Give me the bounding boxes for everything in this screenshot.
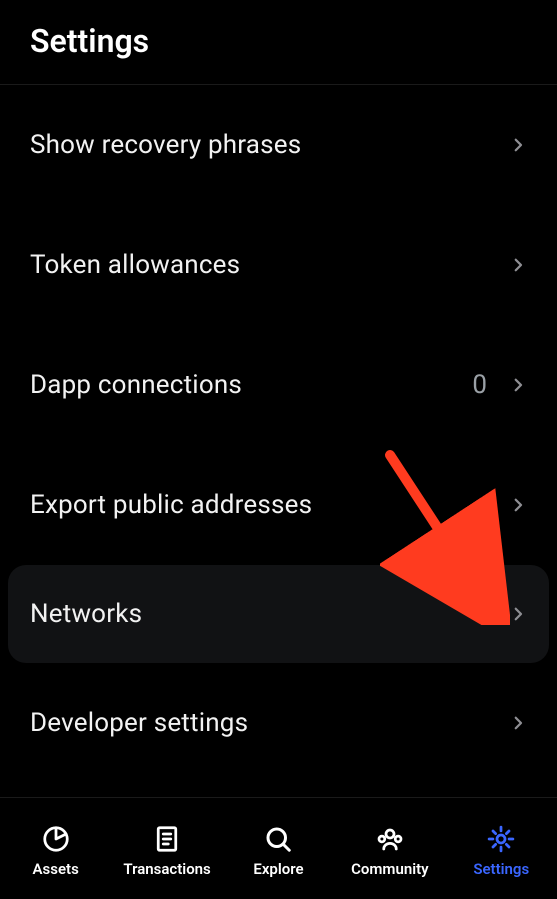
chevron-right-icon xyxy=(509,136,527,154)
row-value: 0 xyxy=(472,370,487,400)
tab-label: Community xyxy=(351,860,429,878)
row-dapp-connections[interactable]: Dapp connections 0 xyxy=(0,325,557,445)
row-label: Dapp connections xyxy=(30,370,242,400)
chevron-right-icon xyxy=(509,605,527,623)
row-right xyxy=(509,496,527,514)
chevron-right-icon xyxy=(509,496,527,514)
tab-bar: Assets Transactions Explore xyxy=(0,803,557,899)
row-right: 0 xyxy=(472,370,527,400)
row-developer-settings[interactable]: Developer settings xyxy=(0,663,557,783)
tab-assets[interactable]: Assets xyxy=(1,824,111,878)
row-label: Export public addresses xyxy=(30,490,312,520)
divider xyxy=(0,797,557,798)
row-right xyxy=(509,256,527,274)
row-label: Show recovery phrases xyxy=(30,130,301,160)
chevron-right-icon xyxy=(509,714,527,732)
pie-chart-icon xyxy=(41,824,71,854)
tab-label: Assets xyxy=(33,860,79,878)
settings-list: Show recovery phrases Token allowances D… xyxy=(0,85,557,798)
chevron-right-icon xyxy=(509,256,527,274)
gear-icon xyxy=(486,824,516,854)
people-icon xyxy=(375,824,405,854)
document-icon xyxy=(152,824,182,854)
page-title: Settings xyxy=(30,22,527,60)
chevron-right-icon xyxy=(509,376,527,394)
row-right xyxy=(509,605,527,623)
tab-label: Explore xyxy=(253,860,303,878)
tab-explore[interactable]: Explore xyxy=(223,824,333,878)
tab-label: Settings xyxy=(473,860,529,878)
search-icon xyxy=(263,824,293,854)
tab-transactions[interactable]: Transactions xyxy=(112,824,222,878)
settings-header: Settings xyxy=(0,0,557,85)
row-right xyxy=(509,714,527,732)
row-label: Token allowances xyxy=(30,250,240,280)
row-show-recovery-phrases[interactable]: Show recovery phrases xyxy=(0,85,557,205)
row-export-public-addresses[interactable]: Export public addresses xyxy=(0,445,557,565)
row-right xyxy=(509,136,527,154)
tab-community[interactable]: Community xyxy=(335,824,445,878)
row-label: Developer settings xyxy=(30,708,248,738)
row-token-allowances[interactable]: Token allowances xyxy=(0,205,557,325)
row-networks[interactable]: Networks xyxy=(8,565,549,663)
tab-label: Transactions xyxy=(123,860,210,878)
row-label: Networks xyxy=(30,599,142,629)
tab-settings[interactable]: Settings xyxy=(446,824,556,878)
